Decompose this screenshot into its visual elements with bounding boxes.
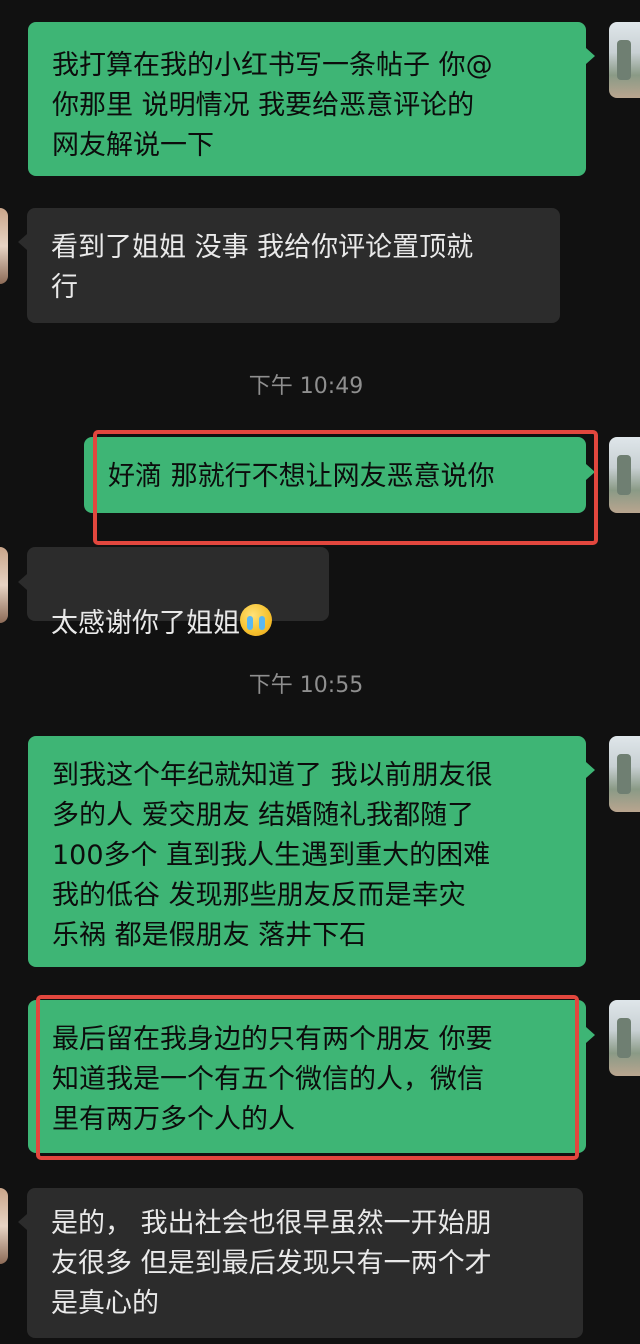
bubble-tail [18,574,27,590]
timestamp: 下午 10:55 [248,673,364,698]
my-avatar[interactable] [609,22,640,98]
bubble-tail [18,234,27,250]
my-avatar[interactable] [609,736,640,812]
message-bubble-received[interactable]: 是的， 我出社会也很早虽然一开始朋 友很多 但是到最后发现只有一两个才 是真心的 [27,1188,583,1338]
message-bubble-received[interactable]: 太感谢你了姐姐 [27,547,329,639]
bubble-tail [18,1214,27,1230]
message-bubble-sent[interactable]: 我打算在我的小红书写一条帖子 你@ 你那里 说明情况 我要给恶意评论的 网友解说… [28,22,586,176]
my-avatar[interactable] [609,437,640,513]
crying-face-icon [240,604,272,636]
bubble-tail [586,48,595,64]
message-bubble-sent[interactable]: 到我这个年纪就知道了 我以前朋友很 多的人 爱交朋友 结婚随礼我都随了 100多… [28,736,586,967]
my-avatar[interactable] [609,1000,640,1076]
highlight-box [36,995,579,1160]
timestamp: 下午 10:49 [248,374,364,399]
message-text: 太感谢你了姐姐 [51,608,240,639]
bubble-tail [586,1027,595,1043]
contact-avatar[interactable] [0,208,8,284]
contact-avatar[interactable] [0,547,8,623]
contact-avatar[interactable] [0,1188,8,1264]
bubble-tail [586,762,595,778]
highlight-box [93,430,598,545]
message-bubble-received[interactable]: 看到了姐姐 没事 我给你评论置顶就 行 [27,208,560,323]
